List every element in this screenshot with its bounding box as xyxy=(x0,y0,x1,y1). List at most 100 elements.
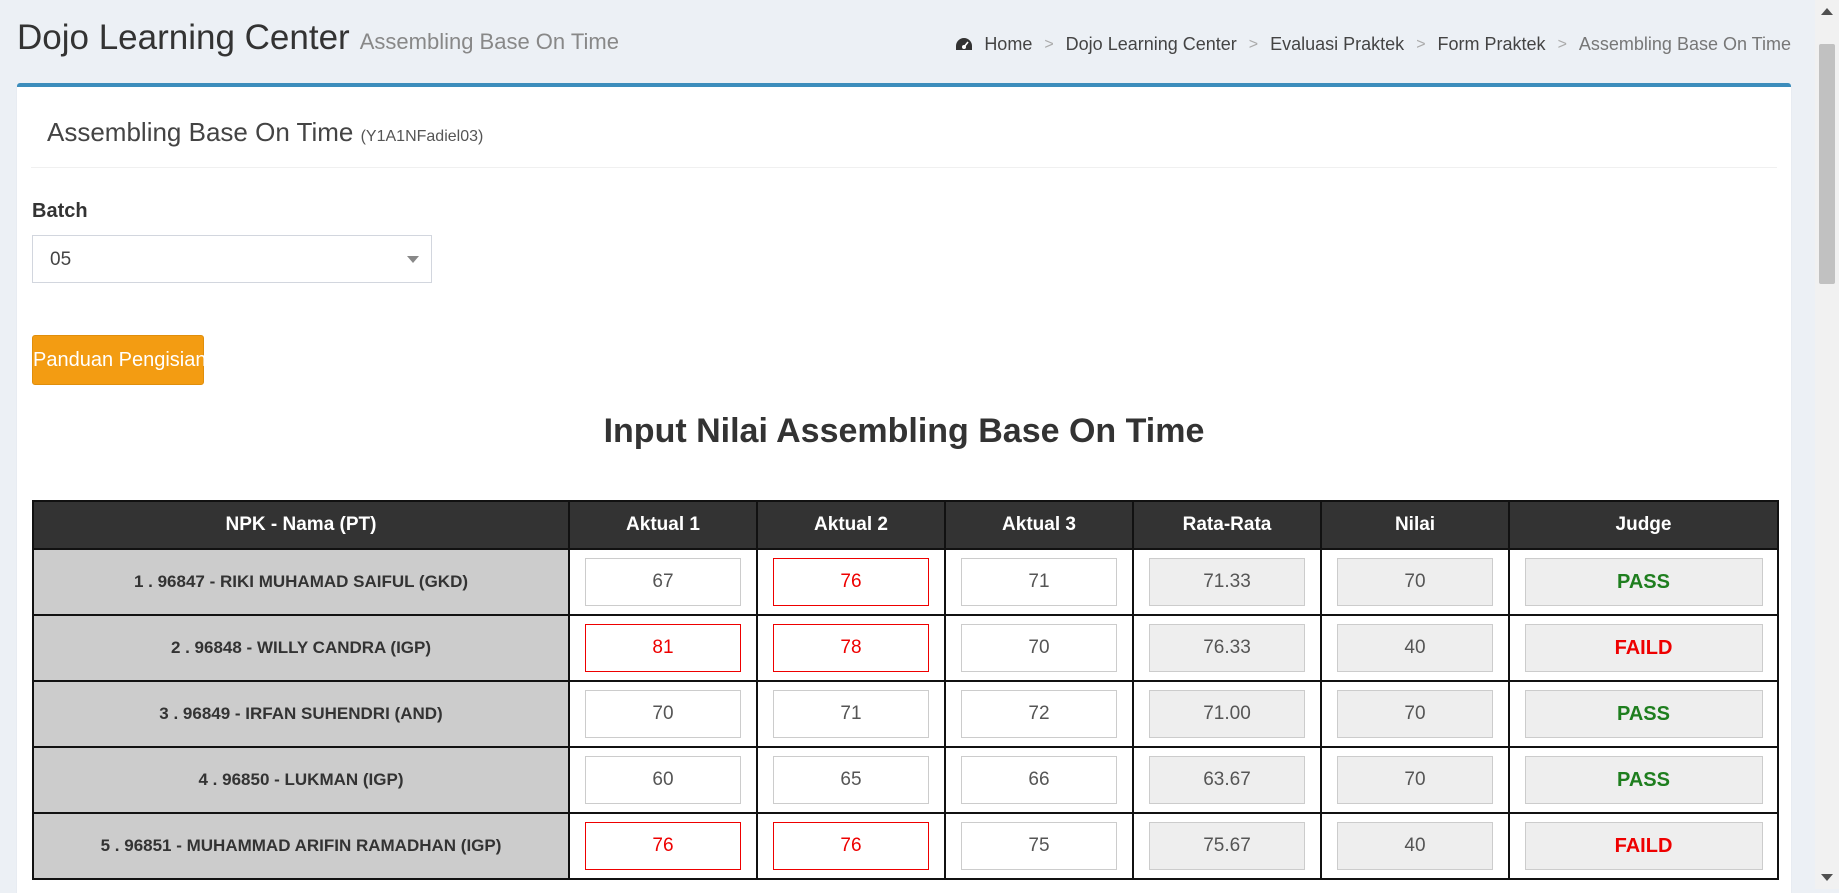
breadcrumb-dojo[interactable]: Dojo Learning Center xyxy=(1066,34,1237,55)
scroll-thumb[interactable] xyxy=(1819,44,1835,284)
aktual-1-input[interactable]: 76 xyxy=(585,822,741,870)
nilai-cell: 70 xyxy=(1320,548,1510,616)
rata-rata-cell: 76.33 xyxy=(1132,614,1322,682)
content-header: Dojo Learning Center Assembling Base On T… xyxy=(0,0,1815,84)
aktual-2-input[interactable]: 76 xyxy=(773,822,929,870)
column-header-aktual-2: Aktual 2 xyxy=(756,500,946,550)
rata-rata-field: 63.67 xyxy=(1149,756,1305,804)
batch-select-value: 05 xyxy=(50,249,72,270)
dashboard-icon xyxy=(956,37,973,50)
participant-name: 5 . 96851 - MUHAMMAD ARIFIN RAMADHAN (IG… xyxy=(32,812,570,880)
aktual-2-input[interactable]: 78 xyxy=(773,624,929,672)
breadcrumb-separator: > xyxy=(1557,35,1567,53)
participant-name: 3 . 96849 - IRFAN SUHENDRI (AND) xyxy=(32,680,570,748)
judge-field: PASS xyxy=(1524,756,1763,804)
breadcrumb: Home > Dojo Learning Center > Evaluasi P… xyxy=(954,34,1791,55)
aktual-2-cell: 78 xyxy=(756,614,946,682)
aktual-2-input[interactable]: 65 xyxy=(773,756,929,804)
rata-rata-field: 75.67 xyxy=(1149,822,1305,870)
aktual-2-cell: 76 xyxy=(756,812,946,880)
panduan-pengisian-button[interactable]: Panduan Pengisian xyxy=(32,335,206,385)
aktual-3-input[interactable]: 75 xyxy=(961,822,1117,870)
aktual-3-cell: 71 xyxy=(944,548,1134,616)
breadcrumb-separator: > xyxy=(1416,35,1426,53)
aktual-3-input[interactable]: 70 xyxy=(961,624,1117,672)
table-row: 3 . 96849 - IRFAN SUHENDRI (AND) 70 71 7… xyxy=(32,680,1779,748)
scroll-down-arrow-icon[interactable] xyxy=(1821,874,1833,881)
aktual-3-input[interactable]: 66 xyxy=(961,756,1117,804)
form-heading: Input Nilai Assembling Base On Time xyxy=(603,412,1205,450)
nilai-cell: 70 xyxy=(1320,680,1510,748)
nilai-field: 40 xyxy=(1337,624,1493,672)
breadcrumb-form-praktek[interactable]: Form Praktek xyxy=(1438,34,1546,55)
rata-rata-cell: 63.67 xyxy=(1132,746,1322,814)
breadcrumb-separator: > xyxy=(1248,35,1259,53)
page-title-text: Dojo Learning Center xyxy=(17,18,350,57)
scroll-up-arrow-icon[interactable] xyxy=(1821,8,1833,15)
column-header-nilai: Nilai xyxy=(1320,500,1510,550)
judge-field: PASS xyxy=(1524,690,1763,738)
aktual-1-cell: 60 xyxy=(568,746,758,814)
box-header: Assembling Base On Time (Y1A1NFadiel03) xyxy=(31,87,1777,168)
nilai-cell: 40 xyxy=(1320,812,1510,880)
column-header-aktual-1: Aktual 1 xyxy=(568,500,758,550)
judge-field: FAILD xyxy=(1524,822,1763,870)
aktual-1-cell: 76 xyxy=(568,812,758,880)
aktual-3-cell: 72 xyxy=(944,680,1134,748)
participant-name: 1 . 96847 - RIKI MUHAMAD SAIFUL (GKD) xyxy=(32,548,570,616)
table-row: 4 . 96850 - LUKMAN (IGP) 60 65 66 63.67 … xyxy=(32,746,1779,814)
participant-name: 4 . 96850 - LUKMAN (IGP) xyxy=(32,746,570,814)
column-header-npk-nama: NPK - Nama (PT) xyxy=(32,500,570,550)
batch-label: Batch xyxy=(32,200,88,222)
aktual-1-input[interactable]: 81 xyxy=(585,624,741,672)
box-title-code: (Y1A1NFadiel03) xyxy=(360,128,484,145)
judge-cell: PASS xyxy=(1508,746,1779,814)
aktual-2-input[interactable]: 71 xyxy=(773,690,929,738)
nilai-field: 40 xyxy=(1337,822,1493,870)
box-title: Assembling Base On Time (Y1A1NFadiel03) xyxy=(47,117,483,148)
chevron-down-icon xyxy=(407,256,419,263)
column-header-judge: Judge xyxy=(1508,500,1779,550)
aktual-3-input[interactable]: 72 xyxy=(961,690,1117,738)
aktual-3-cell: 70 xyxy=(944,614,1134,682)
aktual-1-input[interactable]: 67 xyxy=(585,558,741,606)
judge-cell: PASS xyxy=(1508,680,1779,748)
table-row: 1 . 96847 - RIKI MUHAMAD SAIFUL (GKD) 67… xyxy=(32,548,1779,616)
main-box: Assembling Base On Time (Y1A1NFadiel03) … xyxy=(17,83,1791,893)
rata-rata-field: 76.33 xyxy=(1149,624,1305,672)
judge-cell: PASS xyxy=(1508,548,1779,616)
nilai-cell: 70 xyxy=(1320,746,1510,814)
breadcrumb-home[interactable]: Home xyxy=(984,34,1032,55)
rata-rata-cell: 71.33 xyxy=(1132,548,1322,616)
breadcrumb-separator: > xyxy=(1044,35,1054,53)
aktual-1-cell: 67 xyxy=(568,548,758,616)
batch-select[interactable]: 05 xyxy=(32,235,432,283)
rata-rata-cell: 75.67 xyxy=(1132,812,1322,880)
aktual-1-cell: 70 xyxy=(568,680,758,748)
judge-field: FAILD xyxy=(1524,624,1763,672)
rata-rata-field: 71.00 xyxy=(1149,690,1305,738)
page-title: Dojo Learning Center Assembling Base On T… xyxy=(17,18,619,58)
column-header-rata-rata: Rata-Rata xyxy=(1132,500,1322,550)
aktual-1-input[interactable]: 70 xyxy=(585,690,741,738)
participant-name: 2 . 96848 - WILLY CANDRA (IGP) xyxy=(32,614,570,682)
box-title-text: Assembling Base On Time xyxy=(47,117,354,147)
column-header-aktual-3: Aktual 3 xyxy=(944,500,1134,550)
page-scrollbar[interactable] xyxy=(1815,0,1839,889)
aktual-2-cell: 76 xyxy=(756,548,946,616)
page-subtitle: Assembling Base On Time xyxy=(359,29,619,54)
nilai-field: 70 xyxy=(1337,690,1493,738)
nilai-cell: 40 xyxy=(1320,614,1510,682)
aktual-3-cell: 66 xyxy=(944,746,1134,814)
table-row: 2 . 96848 - WILLY CANDRA (IGP) 81 78 70 … xyxy=(32,614,1779,682)
table-header-row: NPK - Nama (PT) Aktual 1 Aktual 2 Aktual… xyxy=(32,500,1779,550)
aktual-1-input[interactable]: 60 xyxy=(585,756,741,804)
aktual-1-cell: 81 xyxy=(568,614,758,682)
breadcrumb-current: Assembling Base On Time xyxy=(1578,34,1791,54)
breadcrumb-evaluasi[interactable]: Evaluasi Praktek xyxy=(1270,34,1404,55)
aktual-2-cell: 65 xyxy=(756,746,946,814)
aktual-3-input[interactable]: 71 xyxy=(961,558,1117,606)
aktual-2-input[interactable]: 76 xyxy=(773,558,929,606)
judge-cell: FAILD xyxy=(1508,614,1779,682)
judge-cell: FAILD xyxy=(1508,812,1779,880)
